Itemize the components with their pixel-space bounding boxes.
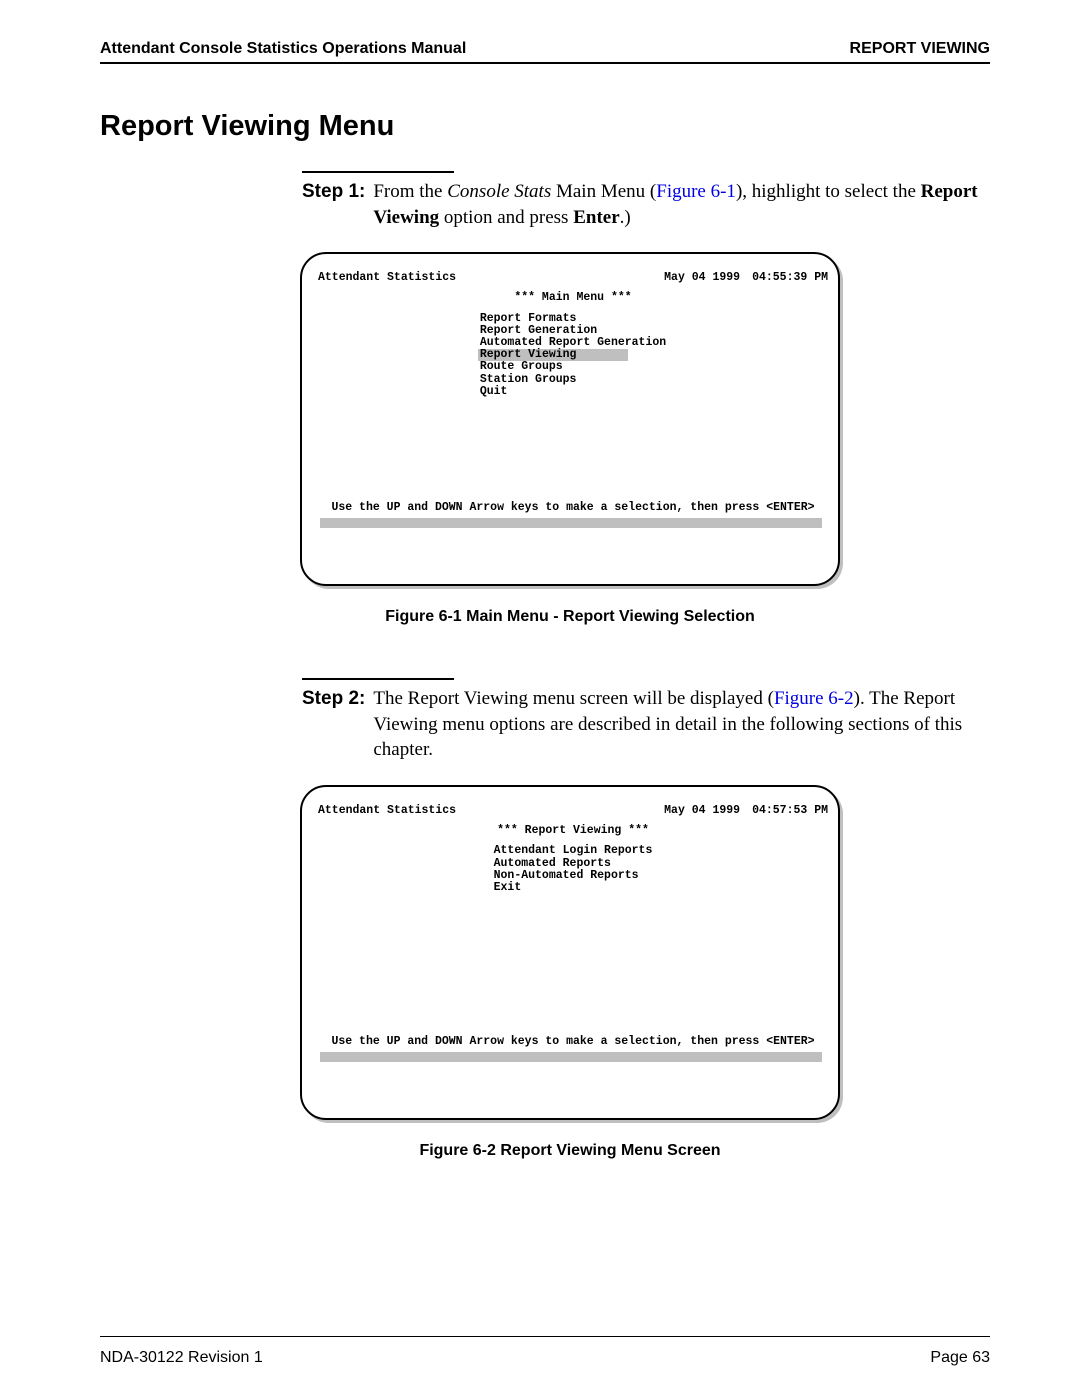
- step-2-text: Step 2: The Report Viewing menu screen w…: [302, 686, 990, 763]
- terminal-menu-1: Report Formats Report Generation Automat…: [478, 313, 668, 398]
- terminal-app-name: Attendant Statistics: [318, 805, 456, 817]
- terminal-menu-2: Attendant Login Reports Automated Report…: [492, 845, 655, 894]
- terminal-status-bar: [320, 518, 822, 528]
- step-2-block: Step 2: The Report Viewing menu screen w…: [302, 678, 990, 763]
- terminal-help-text: Use the UP and DOWN Arrow keys to make a…: [318, 1036, 828, 1048]
- step-1-text: Step 1: From the Console Stats Main Menu…: [302, 179, 990, 230]
- step-1-body: From the Console Stats Main Menu (Figure…: [373, 179, 990, 230]
- figure-6-2-caption: Figure 6-2 Report Viewing Menu Screen: [300, 1142, 840, 1160]
- figure-6-1-link[interactable]: Figure 6-1: [656, 181, 736, 202]
- footer-left: NDA-30122 Revision 1: [100, 1349, 263, 1367]
- menu-item: Station Groups: [478, 374, 668, 386]
- step-rule: [302, 171, 454, 173]
- figure-6-1-caption: Figure 6-1 Main Menu - Report Viewing Se…: [300, 608, 840, 626]
- footer-rule: [100, 1336, 990, 1337]
- terminal-menu-title: *** Report Viewing ***: [318, 825, 828, 837]
- terminal-date: May 04 1999: [664, 272, 740, 284]
- terminal-menu-title: *** Main Menu ***: [318, 292, 828, 304]
- figure-6-2-link[interactable]: Figure 6-2: [774, 688, 854, 709]
- terminal-screen-1: Attendant Statistics May 04 1999 04:55:3…: [300, 252, 840, 586]
- terminal-time: 04:55:39 PM: [752, 272, 828, 284]
- terminal-time: 04:57:53 PM: [752, 805, 828, 817]
- terminal-app-name: Attendant Statistics: [318, 272, 456, 284]
- document-header: Attendant Console Statistics Operations …: [100, 40, 990, 64]
- header-right: REPORT VIEWING: [850, 40, 990, 58]
- header-left: Attendant Console Statistics Operations …: [100, 40, 466, 58]
- step-2-body: The Report Viewing menu screen will be d…: [373, 686, 990, 763]
- footer-right: Page 63: [930, 1349, 990, 1367]
- step-1-label: Step 1:: [302, 179, 365, 230]
- menu-item: Attendant Login Reports: [492, 845, 655, 857]
- figure-6-2: Attendant Statistics May 04 1999 04:57:5…: [300, 785, 990, 1120]
- terminal-screen-2: Attendant Statistics May 04 1999 04:57:5…: [300, 785, 840, 1120]
- step-rule: [302, 678, 454, 680]
- figure-6-1: Attendant Statistics May 04 1999 04:55:3…: [300, 252, 990, 586]
- menu-item: Route Groups: [478, 361, 668, 373]
- menu-item: Exit: [492, 882, 655, 894]
- menu-item: Quit: [478, 386, 668, 398]
- document-footer: NDA-30122 Revision 1 Page 63: [100, 1349, 990, 1367]
- menu-item: Automated Reports: [492, 858, 655, 870]
- step-2-label: Step 2:: [302, 686, 365, 763]
- terminal-help-text: Use the UP and DOWN Arrow keys to make a…: [318, 502, 828, 514]
- terminal-status-bar: [320, 1052, 822, 1062]
- terminal-date: May 04 1999: [664, 805, 740, 817]
- section-title: Report Viewing Menu: [100, 110, 990, 143]
- step-1-block: Step 1: From the Console Stats Main Menu…: [302, 171, 990, 230]
